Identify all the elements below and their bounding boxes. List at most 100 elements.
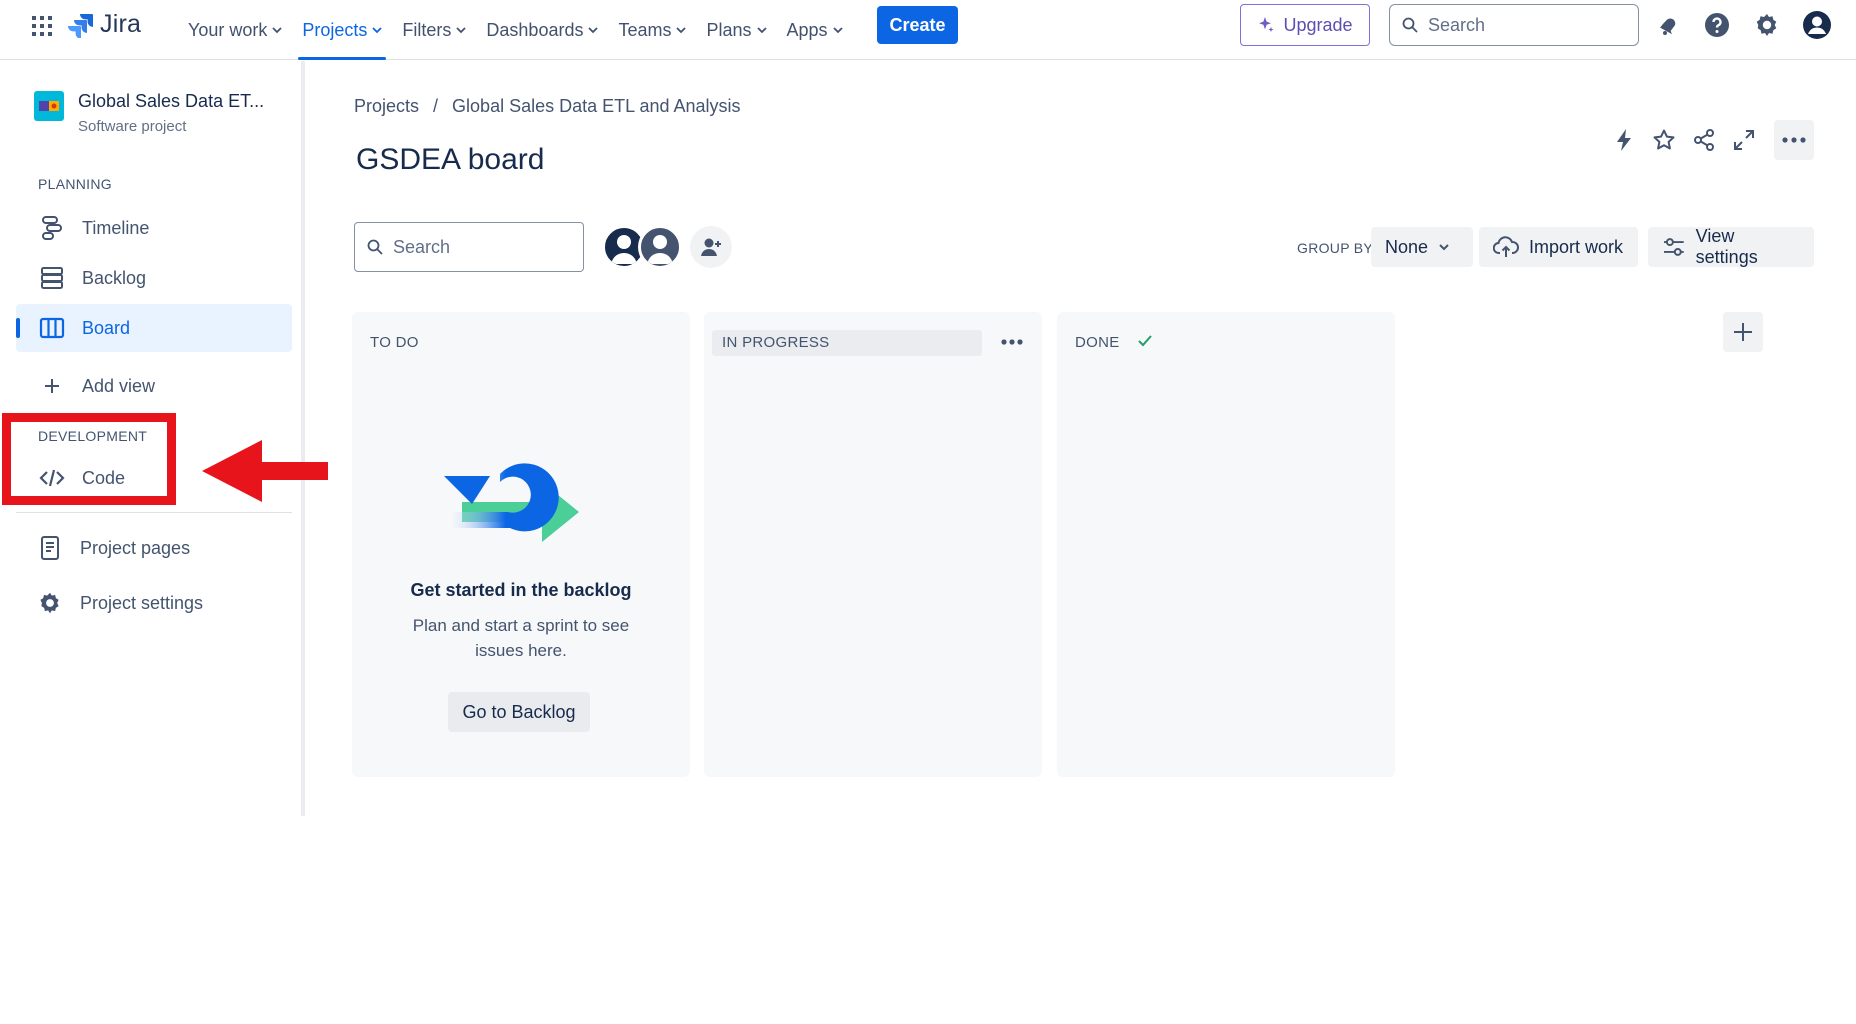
menu-label: Plans [706,19,752,40]
profile-icon[interactable] [1802,10,1832,40]
sparkle-icon [1259,17,1274,32]
settings-icon[interactable] [1752,10,1782,40]
notifications-icon[interactable] [1654,10,1684,40]
column-title: IN PROGRESS [722,334,830,351]
sidebar-item-label: Timeline [82,217,150,238]
chevron-down-icon [272,27,283,34]
annotation-arrow [202,440,328,502]
add-column-button[interactable] [1723,312,1763,352]
add-people-button[interactable] [690,226,732,268]
cloud-upload-icon [1493,236,1519,257]
jira-logo-icon [68,13,93,38]
menu-filters[interactable]: Filters [392,0,476,60]
menu-label: Teams [618,19,672,40]
sidebar-item-label: Add view [82,375,156,396]
project-header[interactable]: Global Sales Data ET... Software project [34,91,264,135]
group-by-value: None [1385,236,1429,257]
expand-icon[interactable] [1726,122,1762,158]
chevron-down-icon [832,27,843,34]
menu-teams[interactable]: Teams [608,0,696,60]
backlog-icon [38,264,66,292]
column-title: DONE [1075,334,1120,351]
project-name: Global Sales Data ET... [78,91,265,111]
board-column-todo: TO DO Get started in the backlog Plan an… [352,312,690,777]
menu-apps[interactable]: Apps [777,0,853,60]
sidebar-item-label: Project pages [80,537,191,558]
chevron-down-icon [1439,244,1449,251]
column-more-icon[interactable] [994,326,1030,358]
create-button[interactable]: Create [877,6,958,44]
search-placeholder: Search [393,236,451,257]
project-avatar-icon [34,91,64,121]
menu-label: Projects [302,19,368,40]
upgrade-label: Upgrade [1283,14,1353,35]
star-icon[interactable] [1646,122,1682,158]
group-by-label: GROUP BY [1297,240,1374,256]
sidebar-item-project-settings[interactable]: Project settings [16,579,292,627]
help-icon[interactable] [1702,10,1732,40]
page-title: GSDEA board [356,143,545,176]
view-settings-label: View settings [1695,226,1758,267]
user-icon [647,235,673,264]
more-actions-icon[interactable] [1774,120,1814,160]
planning-section-label: PLANNING [38,176,112,192]
breadcrumb: Projects / Global Sales Data ETL and Ana… [354,96,741,117]
plus-icon [1734,323,1752,341]
search-placeholder: Search [1428,14,1486,35]
plus-icon [38,372,66,400]
timeline-icon [38,214,66,242]
breadcrumb-project[interactable]: Global Sales Data ETL and Analysis [452,96,741,117]
sidebar-item-board[interactable]: Board [16,304,292,352]
sidebar-item-project-pages[interactable]: Project pages [16,524,292,572]
gear-icon [36,589,64,617]
menu-dashboards[interactable]: Dashboards [476,0,608,60]
search-icon [1402,17,1418,33]
go-to-backlog-button[interactable]: Go to Backlog [448,692,590,732]
breadcrumb-separator: / [433,96,439,116]
sidebar-item-label: Project settings [80,592,204,613]
breadcrumb-projects[interactable]: Projects [354,96,419,117]
automation-icon[interactable] [1606,122,1642,158]
top-navigation: Jira Your work Projects Filters Dashboar… [0,0,1856,60]
global-search-input[interactable]: Search [1389,4,1639,46]
jira-wordmark: Jira [100,10,142,38]
menu-label: Filters [402,19,452,40]
menu-projects[interactable]: Projects [292,0,392,60]
chevron-down-icon [372,27,383,34]
backlog-illustration [444,463,579,542]
upgrade-button[interactable]: Upgrade [1240,4,1370,46]
app-switcher-icon[interactable] [30,14,54,38]
sidebar-item-backlog[interactable]: Backlog [16,254,292,302]
sidebar-item-label: Board [82,317,131,338]
board-column-in-progress: IN PROGRESS [704,312,1042,777]
sidebar-divider [16,512,292,513]
board-search-input[interactable]: Search [354,222,584,272]
share-icon[interactable] [1686,122,1722,158]
empty-state-title: Get started in the backlog [410,580,632,600]
menu-your-work[interactable]: Your work [178,0,292,60]
page-icon [36,534,64,562]
search-icon [367,239,383,255]
add-user-icon [701,238,721,256]
sidebar-item-add-view[interactable]: Add view [16,362,292,410]
avatar[interactable] [638,225,682,269]
import-work-button[interactable]: Import work [1479,227,1638,267]
main-menu: Your work Projects Filters Dashboards Te… [178,0,853,60]
sidebar-item-timeline[interactable]: Timeline [16,204,292,252]
menu-label: Apps [786,19,828,40]
column-title: TO DO [370,334,419,351]
chevron-down-icon [756,27,767,34]
empty-state-text: Plan and start a sprint to see issues he… [412,616,630,660]
menu-label: Your work [188,19,268,40]
sidebar-item-label: Backlog [82,267,147,288]
check-icon [1138,335,1152,347]
annotation-highlight-box [2,413,176,505]
view-settings-button[interactable]: View settings [1648,226,1814,267]
jira-logo[interactable]: Jira [68,10,141,39]
menu-label: Dashboards [486,19,584,40]
board-icon [38,314,66,342]
menu-plans[interactable]: Plans [696,0,776,60]
sliders-icon [1663,238,1684,256]
import-work-label: Import work [1529,236,1624,257]
group-by-select[interactable]: None [1371,227,1473,267]
